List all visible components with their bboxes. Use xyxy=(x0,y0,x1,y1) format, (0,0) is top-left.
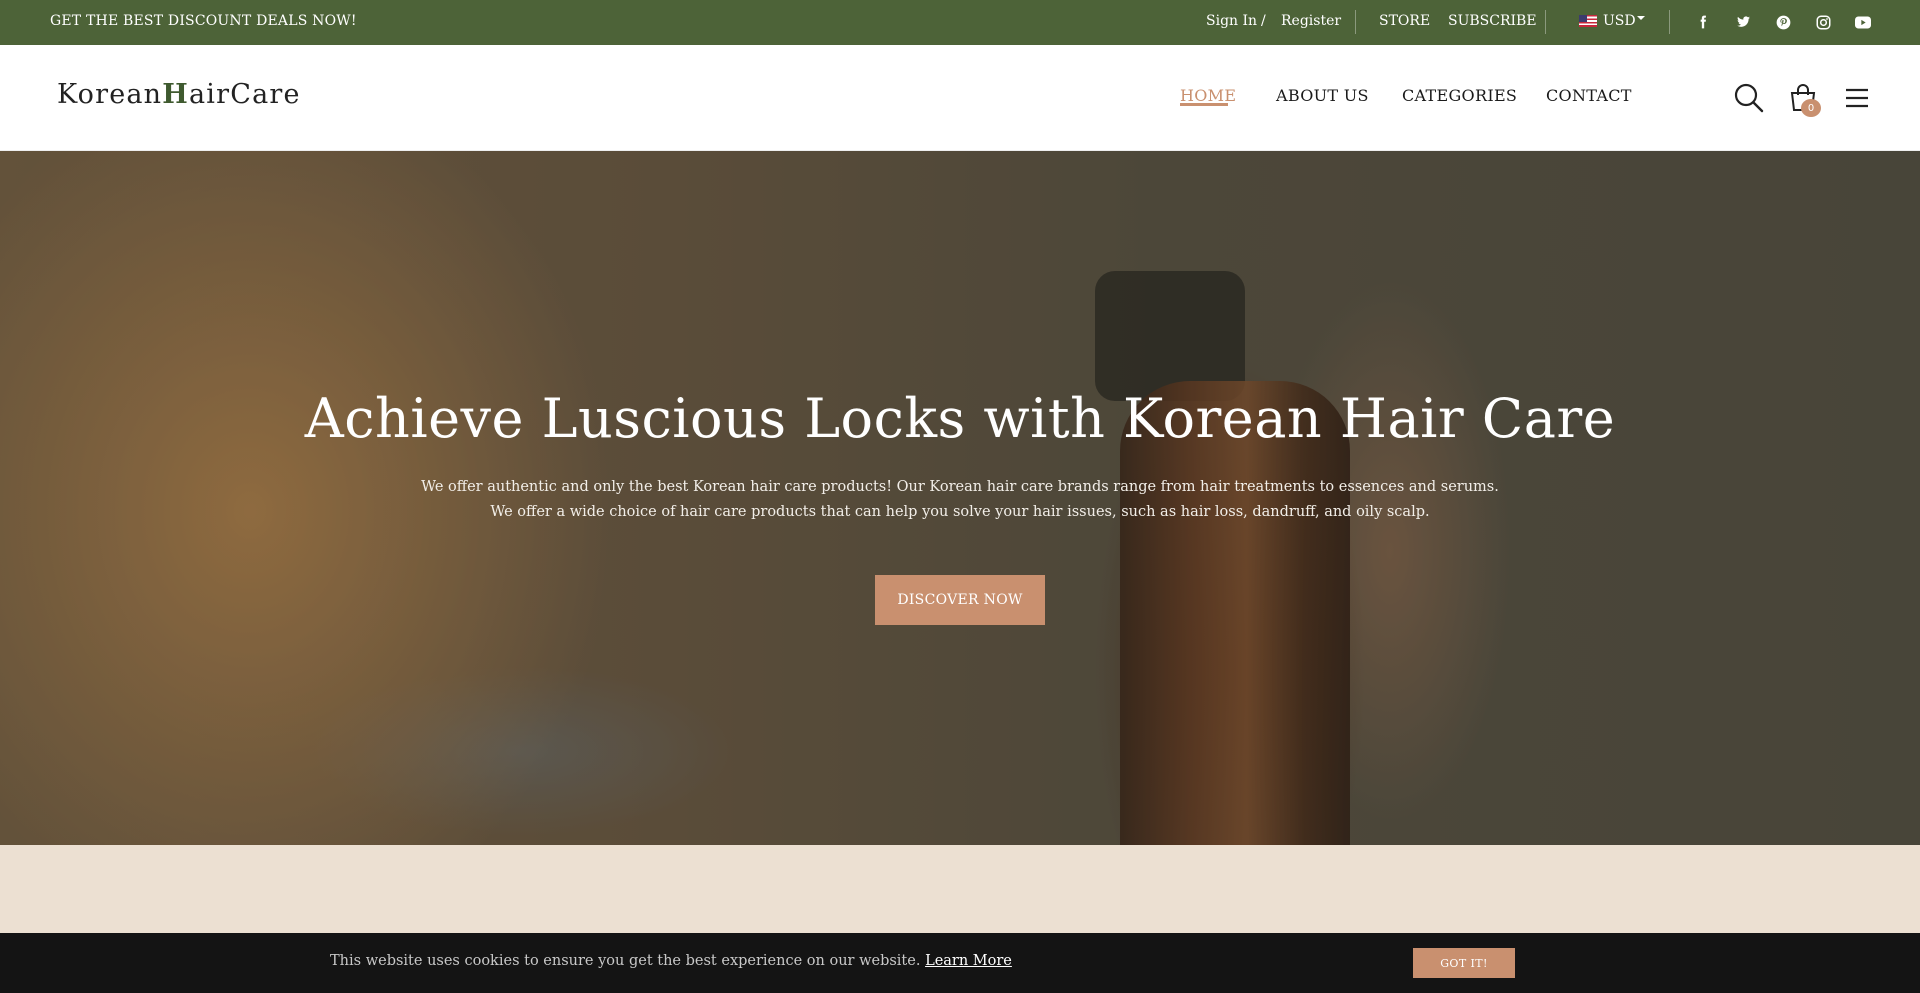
currency-selector[interactable]: USD xyxy=(1603,13,1636,29)
hero-description-line-1: We offer authentic and only the best Kor… xyxy=(421,479,1499,495)
hero-overlay xyxy=(0,151,1920,845)
us-flag-icon[interactable] xyxy=(1579,15,1597,27)
subscribe-link[interactable]: SUBSCRIBE xyxy=(1448,13,1537,29)
store-link[interactable]: STORE xyxy=(1379,13,1430,29)
hero-banner: Achieve Luscious Locks with Korean Hair … xyxy=(0,151,1920,845)
site-logo[interactable]: KoreanHairCare xyxy=(57,79,301,110)
discover-now-button[interactable]: DISCOVER NOW xyxy=(875,575,1045,625)
logo-text-korean: Korean xyxy=(57,79,163,110)
register-link[interactable]: Register xyxy=(1281,13,1341,29)
nav-contact[interactable]: CONTACT xyxy=(1546,86,1632,105)
logo-text-haircare: airCare xyxy=(189,79,301,110)
hero-title: Achieve Luscious Locks with Korean Hair … xyxy=(304,387,1616,450)
promo-text: GET THE BEST DISCOUNT DEALS NOW! xyxy=(50,13,357,29)
menu-icon[interactable] xyxy=(1845,87,1875,117)
logo-leaf-h: H xyxy=(162,79,189,110)
twitter-icon[interactable] xyxy=(1732,11,1754,33)
top-bar: GET THE BEST DISCOUNT DEALS NOW! Sign In… xyxy=(0,0,1920,45)
pinterest-icon[interactable] xyxy=(1772,11,1794,33)
got-it-button[interactable]: GOT IT! xyxy=(1413,948,1515,978)
topbar-divider xyxy=(1355,10,1356,34)
active-nav-underline xyxy=(1180,103,1228,106)
youtube-icon[interactable] xyxy=(1852,11,1874,33)
sign-in-link[interactable]: Sign In xyxy=(1206,13,1257,29)
chevron-down-icon[interactable] xyxy=(1637,16,1645,20)
search-icon[interactable] xyxy=(1734,83,1764,113)
topbar-divider xyxy=(1545,10,1546,34)
topbar-divider xyxy=(1669,10,1670,34)
nav-about-us[interactable]: ABOUT US xyxy=(1276,86,1369,105)
auth-separator: / xyxy=(1261,13,1266,29)
hero-description-line-2: We offer a wide choice of hair care prod… xyxy=(490,504,1430,520)
content-band xyxy=(0,845,1920,933)
nav-categories[interactable]: CATEGORIES xyxy=(1402,86,1517,105)
cookie-banner: This website uses cookies to ensure you … xyxy=(0,933,1920,993)
learn-more-link[interactable]: Learn More xyxy=(925,953,1012,969)
facebook-icon[interactable] xyxy=(1692,11,1714,33)
instagram-icon[interactable] xyxy=(1812,11,1834,33)
cart-count-badge: 0 xyxy=(1801,99,1821,117)
site-header: KoreanHairCare HOME ABOUT US CATEGORIES … xyxy=(0,45,1920,151)
cookie-message-text: This website uses cookies to ensure you … xyxy=(330,953,921,969)
cookie-message: This website uses cookies to ensure you … xyxy=(330,953,1012,969)
